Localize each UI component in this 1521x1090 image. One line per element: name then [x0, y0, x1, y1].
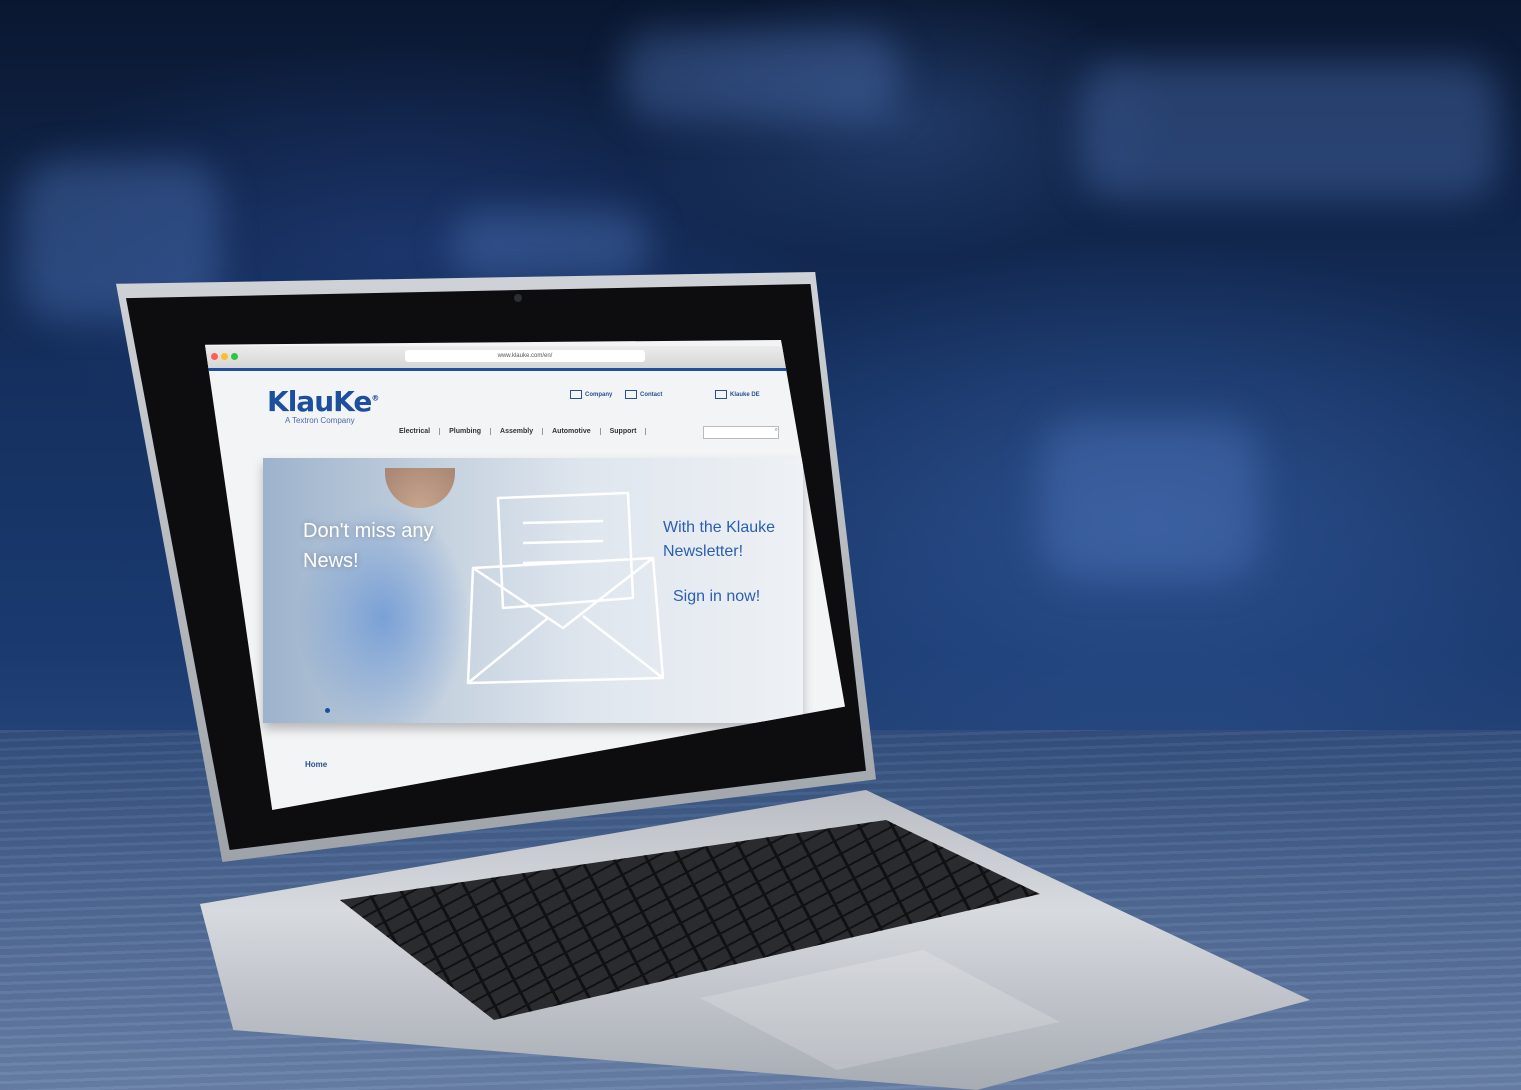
letter-line — [522, 559, 604, 565]
hero-headline: Don't miss any News! — [303, 520, 434, 572]
photo-scene: www.klauke.com/en/ KlauKe® A Textron Com… — [0, 0, 1521, 1090]
envelope-body — [466, 556, 665, 685]
webcam-icon — [514, 294, 522, 302]
bokeh-light — [620, 30, 900, 120]
address-bar[interactable]: www.klauke.com/en/ — [405, 350, 645, 362]
utility-link-label: Company — [585, 392, 613, 399]
hero-subheadline: With the Klauke Newsletter! — [663, 519, 776, 560]
nav-item-assembly[interactable]: Assembly — [491, 428, 544, 435]
logo-tagline: A Textron Company — [285, 416, 355, 425]
people-icon — [625, 390, 637, 399]
utility-link-company[interactable]: Company — [570, 390, 612, 399]
breadcrumb-home[interactable]: Home — [305, 760, 327, 769]
search-icon[interactable]: ⌕ — [775, 427, 778, 433]
browser-toolbar: www.klauke.com/en/ — [205, 346, 795, 369]
nav-item-support[interactable]: Support — [601, 428, 647, 435]
envelope-fold — [582, 615, 664, 679]
envelope-fold — [467, 617, 549, 684]
nav-item-plumbing[interactable]: Plumbing — [440, 428, 492, 435]
globe-icon — [715, 390, 727, 399]
nav-item-automotive[interactable]: Automotive — [543, 428, 601, 435]
logo-text: KlauKe — [267, 385, 372, 418]
bokeh-light — [450, 210, 650, 280]
utility-link-label: Contact — [640, 392, 663, 399]
close-window-icon[interactable] — [211, 353, 218, 360]
registered-mark: ® — [371, 393, 379, 403]
minimize-window-icon[interactable] — [221, 353, 228, 360]
hero-banner[interactable]: Don't miss any News! With the Klauke New… — [263, 458, 803, 723]
utility-link-klauke-de[interactable]: Klauke DE — [715, 390, 760, 399]
utility-link-contact[interactable]: Contact — [625, 390, 662, 399]
building-icon — [570, 390, 582, 399]
header-rule — [205, 368, 795, 371]
search-input[interactable]: ⌕ — [703, 426, 779, 439]
letter-line — [522, 539, 604, 545]
letter-line — [522, 519, 604, 525]
envelope-illustration — [466, 491, 665, 685]
utility-link-label: Klauke DE — [730, 392, 760, 399]
bokeh-light — [1080, 60, 1500, 200]
carousel-dot[interactable] — [325, 708, 330, 713]
person-chin — [385, 468, 455, 508]
bokeh-light — [1040, 420, 1260, 580]
hero-signin-link[interactable]: Sign in now! — [673, 588, 760, 606]
maximize-window-icon[interactable] — [231, 353, 238, 360]
nav-item-electrical[interactable]: Electrical — [390, 428, 441, 435]
klauke-logo[interactable]: KlauKe® — [267, 385, 379, 418]
